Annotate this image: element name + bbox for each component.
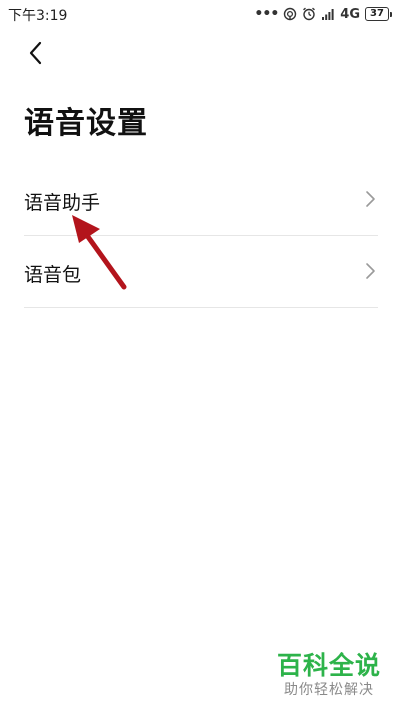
chevron-right-icon xyxy=(366,263,375,279)
status-bar: 下午3:19 ••• 4G 37 xyxy=(0,0,400,28)
back-button[interactable] xyxy=(22,38,52,68)
hotspot-icon xyxy=(284,7,297,21)
battery-level: 37 xyxy=(365,7,389,21)
chevron-right-icon xyxy=(366,191,375,207)
menu-item-voice-assistant[interactable]: 语音助手 xyxy=(24,164,378,236)
watermark-logo: 百科全说 助你轻松解决 xyxy=(274,651,384,699)
watermark-subtitle: 助你轻松解决 xyxy=(284,682,374,698)
status-time: 下午3:19 xyxy=(8,8,68,24)
chevron-left-icon xyxy=(29,41,42,65)
watermark-title: 百科全说 xyxy=(276,651,381,680)
menu-item-voice-pack[interactable]: 语音包 xyxy=(24,236,378,308)
settings-list: 语音助手 语音包 xyxy=(24,164,378,308)
battery-icon: 37 xyxy=(365,7,392,21)
menu-item-label: 语音助手 xyxy=(24,192,101,214)
network-label: 4G xyxy=(340,6,360,22)
alarm-icon xyxy=(303,7,316,21)
signal-icon xyxy=(322,9,334,20)
status-icons: ••• 4G 37 xyxy=(254,4,392,24)
battery-tip xyxy=(390,11,392,17)
page-title: 语音设置 xyxy=(24,106,148,141)
more-dots-icon: ••• xyxy=(254,6,279,22)
menu-item-label: 语音包 xyxy=(24,264,82,286)
